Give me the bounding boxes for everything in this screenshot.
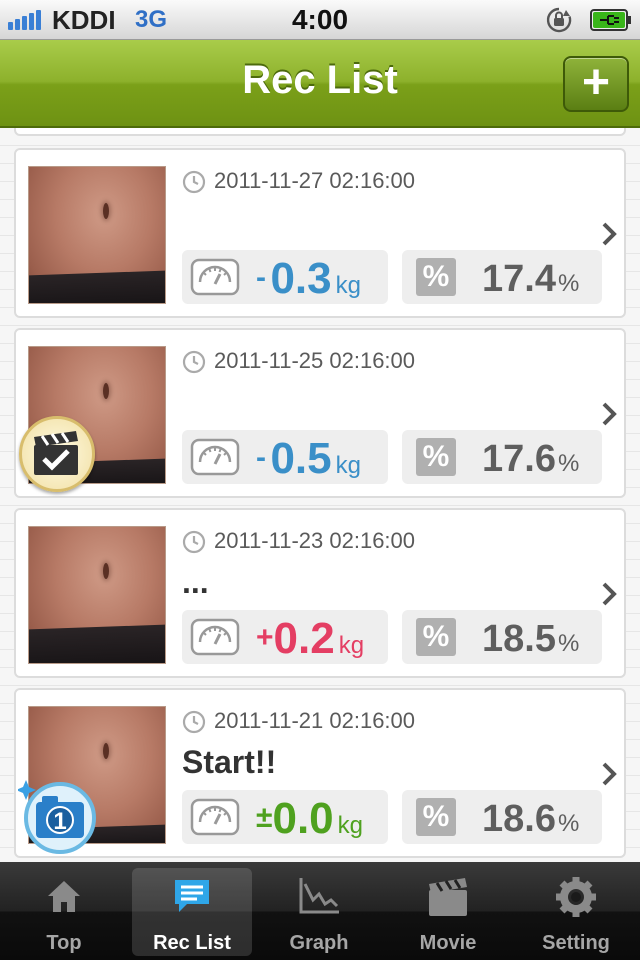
first-photo-icon: 1 (18, 780, 96, 854)
page-title: Rec List (242, 58, 398, 102)
weight-change: - 0.3 kg (182, 250, 388, 304)
percent-icon: % (416, 798, 456, 836)
scale-icon (190, 798, 240, 836)
weight-value: - 0.3 kg (256, 254, 361, 303)
fat-value: 18.5% (482, 618, 580, 660)
home-icon (48, 881, 80, 912)
weight-change: ±0.0 kg (182, 790, 388, 844)
clock-icon (182, 170, 206, 194)
scale-icon (190, 258, 240, 296)
gear-icon (556, 877, 596, 917)
tab-label: Graph (289, 932, 349, 954)
status-bar: KDDI 3G 4:00 (0, 0, 640, 40)
record-memo: ... (182, 564, 209, 600)
tab-setting[interactable]: Setting (516, 868, 636, 956)
tab-movie[interactable]: Movie (388, 868, 508, 956)
tab-rec-list[interactable]: Rec List (132, 868, 252, 956)
tab-label: Top (46, 932, 82, 954)
speech-bubble-list-icon (175, 880, 209, 912)
record-row[interactable]: 2011-11-23 02:16:00 ... +0.2 kg % 18.5% (14, 508, 626, 678)
body-fat: % 17.6% (402, 430, 602, 484)
percent-icon: % (416, 438, 456, 476)
record-date: 2011-11-27 02:16:00 (214, 168, 416, 193)
scale-icon (190, 438, 240, 476)
record-row[interactable]: 2011-11-27 02:16:00 - 0.3 kg % 17.4% (14, 148, 626, 318)
tab-label: Setting (542, 932, 610, 954)
movie-checked-icon (19, 416, 95, 492)
weight-change: - 0.5 kg (182, 430, 388, 484)
clock-icon (182, 710, 206, 734)
tab-graph[interactable]: Graph (259, 868, 379, 956)
chevron-right-icon (602, 402, 617, 426)
weight-value: ±0.0 kg (256, 794, 363, 843)
percent-icon: % (416, 618, 456, 656)
plus-icon: + (581, 56, 611, 109)
tab-top[interactable]: Top (4, 868, 124, 956)
body-fat: % 17.4% (402, 250, 602, 304)
scale-icon (190, 618, 240, 656)
chevron-right-icon (602, 222, 617, 246)
add-record-button[interactable]: + (563, 56, 629, 112)
fat-value: 17.4% (482, 258, 580, 300)
clock-icon (182, 530, 206, 554)
clapperboard-icon (429, 878, 467, 916)
record-memo: Start!! (182, 744, 277, 780)
record-date: 2011-11-21 02:16:00 (214, 708, 416, 733)
tab-label: Movie (419, 932, 477, 954)
fat-value: 18.6% (482, 798, 580, 840)
body-photo (28, 526, 166, 664)
tab-bar: Top Rec List Graph Movie Setting (0, 862, 640, 960)
record-date: 2011-11-25 02:16:00 (214, 348, 416, 373)
weight-change: +0.2 kg (182, 610, 388, 664)
record-row[interactable]: 1 2011-11-21 02:16:00 Start!! ±0.0 kg % 1… (14, 688, 626, 858)
weight-value: +0.2 kg (256, 614, 365, 663)
clock-icon (182, 350, 206, 374)
percent-icon: % (416, 258, 456, 296)
record-row[interactable]: 2011-11-25 02:16:00 - 0.5 kg % 17.6% (14, 328, 626, 498)
body-fat: % 18.6% (402, 790, 602, 844)
battery-charging-icon (590, 9, 631, 31)
record-list[interactable]: 2011-11-27 02:16:00 - 0.3 kg % 17.4% 2011… (0, 128, 640, 862)
tab-label: Rec List (153, 932, 231, 954)
nav-bar: Rec List + (0, 40, 640, 128)
record-date: 2011-11-23 02:16:00 (214, 528, 416, 553)
weight-value: - 0.5 kg (256, 434, 361, 483)
fat-value: 17.6% (482, 438, 580, 480)
body-fat: % 18.5% (402, 610, 602, 664)
body-photo (28, 166, 166, 304)
rotation-lock-icon (546, 7, 572, 33)
graph-icon (299, 878, 339, 914)
list-item-partial[interactable] (14, 128, 626, 136)
svg-text:1: 1 (53, 808, 66, 835)
chevron-right-icon (602, 762, 617, 786)
status-time: 4:00 (291, 4, 349, 35)
chevron-right-icon (602, 582, 617, 606)
